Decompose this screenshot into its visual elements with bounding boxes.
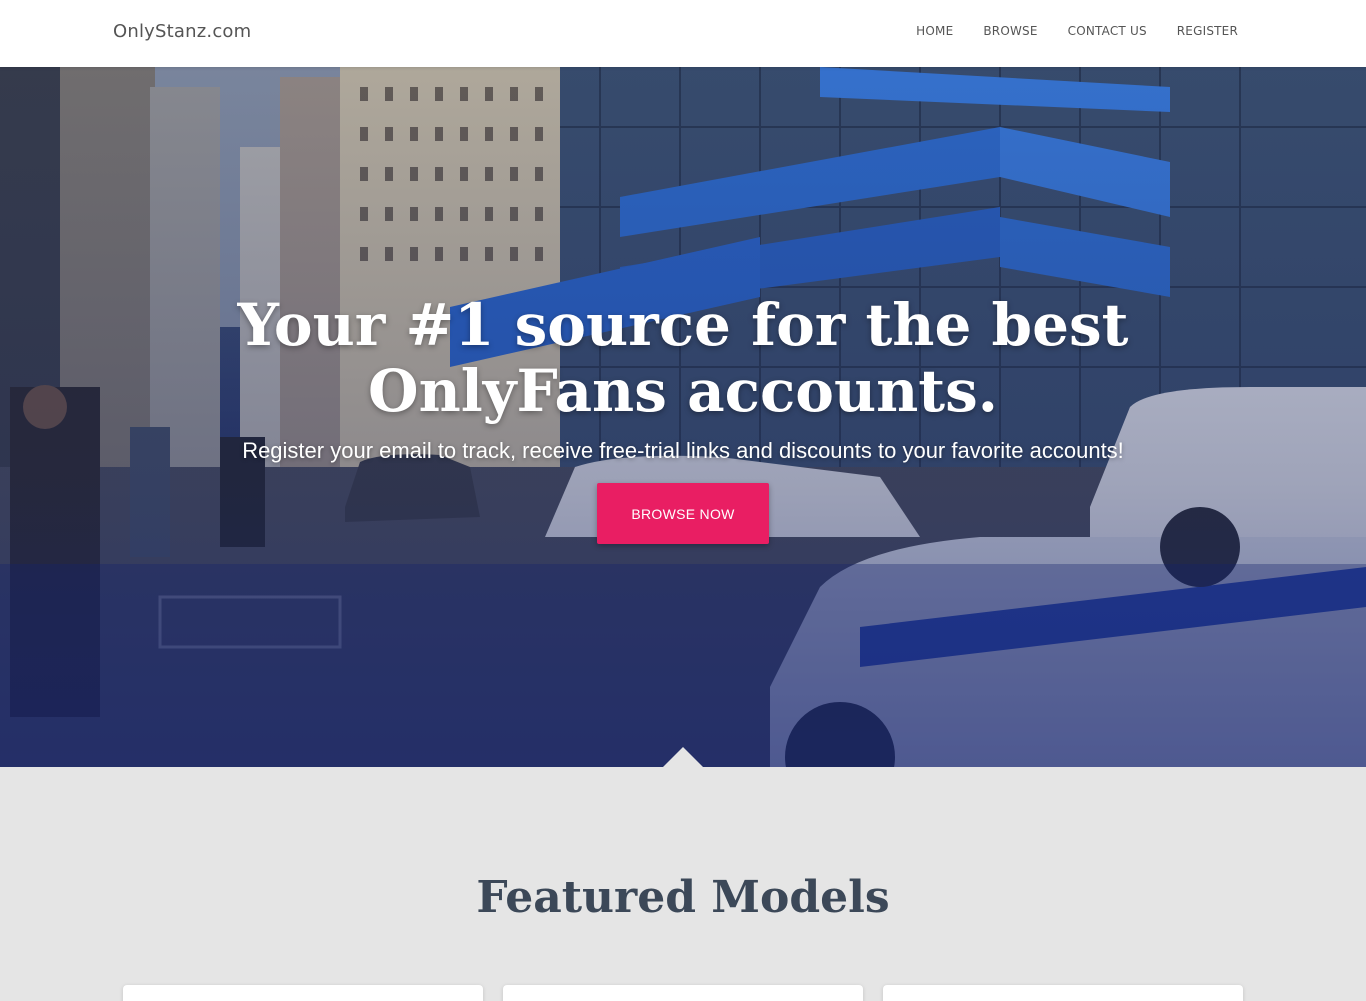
hero-overlay-lower: [0, 564, 1366, 767]
model-card[interactable]: [123, 985, 483, 1001]
navbar: OnlyStanz.com HOME BROWSE CONTACT US REG…: [0, 0, 1366, 67]
featured-models-heading: Featured Models: [476, 872, 890, 923]
hero-headline: Your #1 source for the best OnlyFans acc…: [237, 291, 1129, 425]
model-card[interactable]: [503, 985, 863, 1001]
hero-subheadline: Register your email to track, receive fr…: [242, 438, 1124, 463]
nav-register-link[interactable]: REGISTER: [1177, 24, 1238, 38]
nav-home-link[interactable]: HOME: [916, 24, 953, 38]
brand-logo-link[interactable]: OnlyStanz.com: [113, 21, 251, 42]
browse-now-button[interactable]: BROWSE NOW: [597, 483, 769, 544]
main-nav: HOME BROWSE CONTACT US REGISTER: [916, 24, 1238, 38]
nav-contact-us-link[interactable]: CONTACT US: [1068, 24, 1147, 38]
model-card[interactable]: [883, 985, 1243, 1001]
nav-browse-link[interactable]: BROWSE: [983, 24, 1037, 38]
hero-section: Your #1 source for the best OnlyFans acc…: [0, 67, 1366, 767]
section-divider-arrow: [663, 747, 703, 767]
